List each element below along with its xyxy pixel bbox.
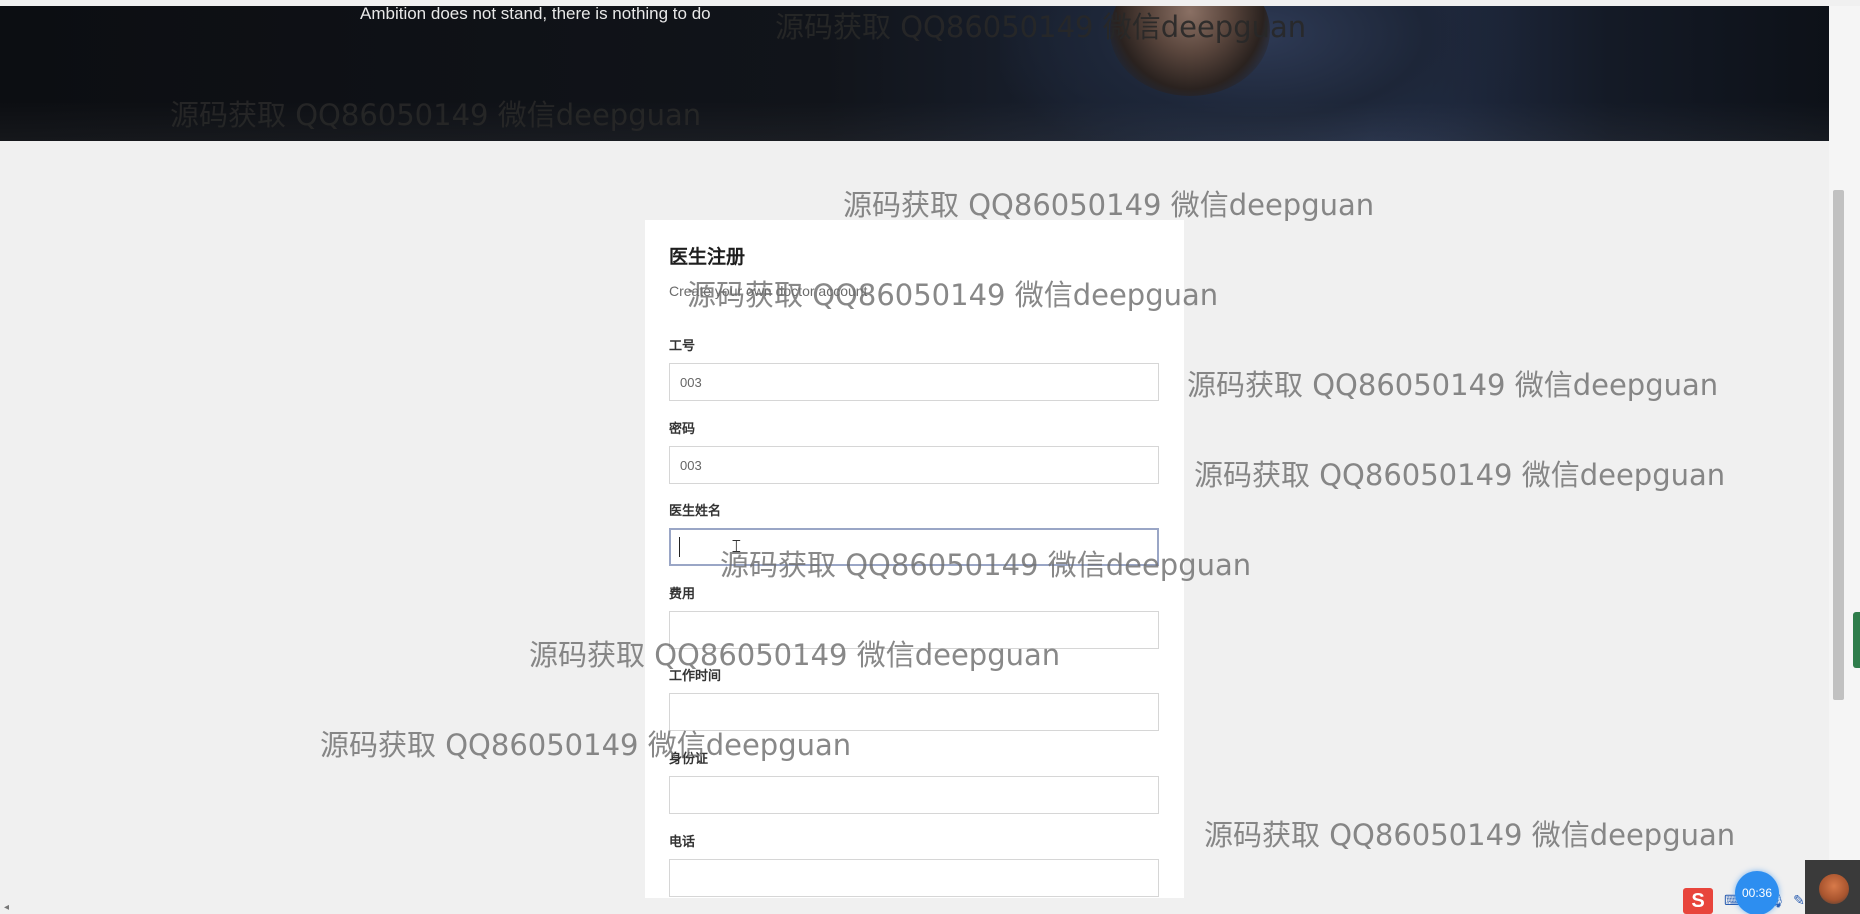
- field-id-card: 身份证: [669, 748, 1159, 814]
- watermark: 源码获取 QQ86050149 微信deepguan: [1194, 458, 1726, 492]
- horizontal-scrollbar[interactable]: [0, 898, 1860, 914]
- recording-timer[interactable]: 00:36: [1735, 871, 1779, 914]
- employee-id-input[interactable]: [669, 363, 1159, 401]
- scroll-left-icon[interactable]: ◂: [4, 902, 9, 913]
- form-subtitle: Create your own doctor account: [669, 283, 868, 299]
- page: Ambition does not stand, there is nothin…: [0, 0, 1860, 914]
- avatar[interactable]: [1805, 860, 1860, 914]
- field-label-id-card: 身份证: [669, 751, 709, 766]
- id-card-input[interactable]: [669, 776, 1159, 814]
- field-label-password: 密码: [669, 421, 696, 436]
- hero-tagline: Ambition does not stand, there is nothin…: [360, 6, 711, 23]
- field-label-fee: 费用: [669, 586, 696, 601]
- hero-banner: Ambition does not stand, there is nothin…: [0, 6, 1829, 141]
- fee-input[interactable]: [669, 611, 1159, 649]
- watermark: 源码获取 QQ86050149 微信deepguan: [1204, 818, 1736, 852]
- field-work-time: 工作时间: [669, 665, 1159, 731]
- ime-logo-icon[interactable]: S: [1683, 888, 1713, 914]
- phone-input[interactable]: [669, 859, 1159, 897]
- text-caret: [679, 537, 680, 557]
- side-tab[interactable]: [1853, 612, 1860, 668]
- watermark: 源码获取 QQ86050149 微信deepguan: [843, 188, 1375, 222]
- watermark: 源码获取 QQ86050149 微信deepguan: [1187, 368, 1719, 402]
- password-input[interactable]: [669, 446, 1159, 484]
- work-time-input[interactable]: [669, 693, 1159, 731]
- vertical-scrollbar-thumb[interactable]: [1833, 190, 1844, 700]
- field-employee-id: 工号: [669, 335, 1159, 401]
- field-phone: 电话: [669, 831, 1159, 897]
- field-label-employee-id: 工号: [669, 338, 696, 353]
- form-title: 医生注册: [669, 247, 746, 268]
- field-label-work-time: 工作时间: [669, 668, 722, 683]
- field-fee: 费用: [669, 583, 1159, 649]
- doctor-register-form: 医生注册 Create your own doctor account 工号 密…: [645, 220, 1184, 902]
- field-label-phone: 电话: [669, 834, 696, 849]
- field-label-doctor-name: 医生姓名: [669, 503, 722, 518]
- field-password: 密码: [669, 418, 1159, 484]
- field-doctor-name: 医生姓名 𝙸: [669, 500, 1159, 566]
- text-cursor-icon: 𝙸: [730, 536, 743, 557]
